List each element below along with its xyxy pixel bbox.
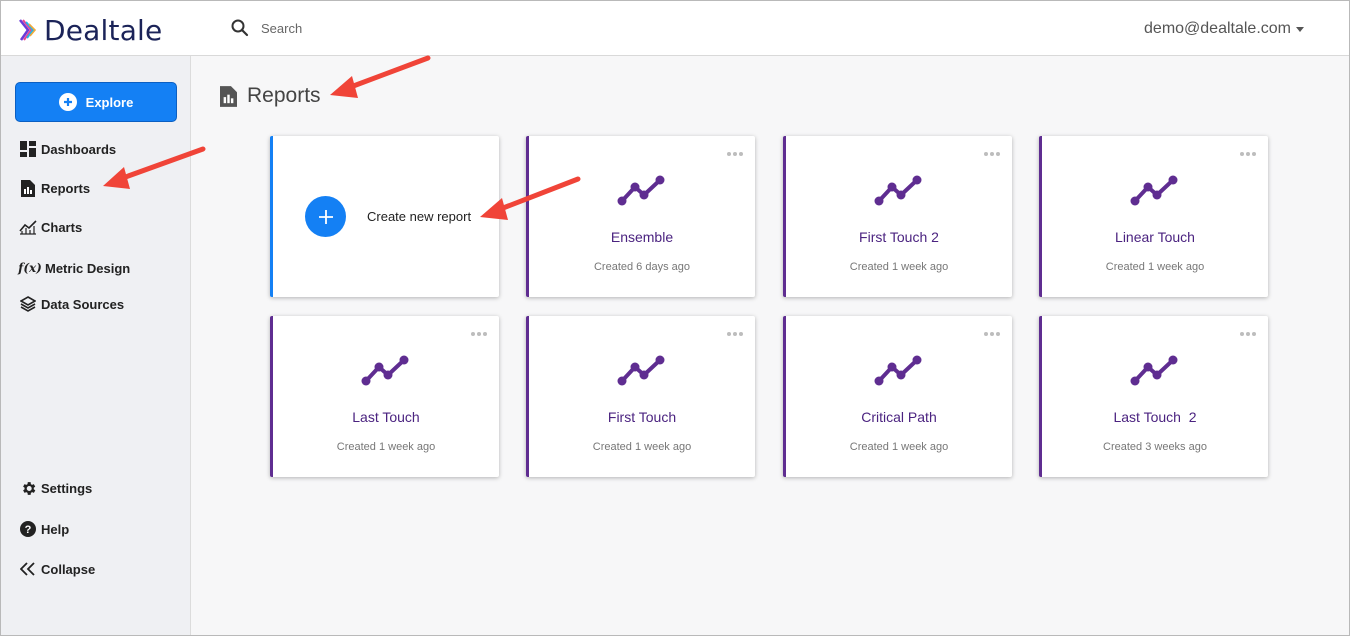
report-name: Linear Touch: [1115, 229, 1195, 245]
sidebar-item-reports[interactable]: Reports: [19, 179, 90, 197]
report-name: Ensemble: [610, 229, 674, 245]
report-name: First Touch 2: [859, 229, 939, 245]
create-report-card[interactable]: Create new report: [270, 136, 499, 297]
sidebar-item-label: Settings: [41, 480, 93, 496]
help-icon: ?: [19, 520, 37, 538]
more-options-icon[interactable]: [984, 332, 1000, 336]
report-created: Created 1 week ago: [1105, 261, 1205, 273]
user-menu[interactable]: demo@dealtale.com: [1144, 20, 1304, 38]
chevron-down-icon: [1296, 26, 1304, 32]
function-icon: f(x): [18, 261, 42, 275]
report-card[interactable]: Last Touch 2 Created 3 weeks ago: [1039, 316, 1268, 477]
line-chart-icon: [617, 355, 665, 386]
logo-text: Dealtale: [44, 13, 163, 47]
report-created: Created 6 days ago: [593, 261, 690, 273]
report-card[interactable]: First Touch 2 Created 1 week ago: [783, 136, 1012, 297]
sidebar-item-dashboards[interactable]: Dashboards: [19, 140, 116, 158]
more-options-icon[interactable]: [471, 332, 487, 336]
line-chart-icon: [361, 355, 409, 386]
search-input[interactable]: Search: [261, 21, 302, 36]
search-box[interactable]: Search: [231, 19, 302, 37]
report-card[interactable]: Ensemble Created 6 days ago: [526, 136, 755, 297]
report-card[interactable]: Linear Touch Created 1 week ago: [1039, 136, 1268, 297]
report-created: Created 1 week ago: [849, 261, 949, 273]
more-options-icon[interactable]: [1240, 152, 1256, 156]
layers-icon: [19, 295, 37, 313]
svg-text:?: ?: [25, 524, 32, 536]
user-email: demo@dealtale.com: [1144, 20, 1291, 37]
report-card[interactable]: Last Touch Created 1 week ago: [270, 316, 499, 477]
report-name: First Touch: [607, 409, 677, 425]
more-options-icon[interactable]: [984, 152, 1000, 156]
sidebar-item-metric-design[interactable]: f(x) Metric Design: [18, 259, 131, 277]
sidebar-item-label: Metric Design: [45, 260, 131, 276]
report-icon: [19, 179, 37, 197]
sidebar-item-label: Charts: [41, 219, 83, 235]
sidebar-item-label: Collapse: [41, 561, 96, 577]
sidebar-item-label: Help: [41, 521, 70, 537]
report-icon: [220, 85, 237, 107]
sidebar-item-charts[interactable]: Charts: [19, 218, 82, 236]
logo[interactable]: Dealtale: [18, 13, 163, 47]
sidebar-item-label: Reports: [41, 180, 91, 196]
sidebar-item-data-sources[interactable]: Data Sources: [19, 295, 124, 313]
report-created: Created 1 week ago: [849, 441, 949, 453]
line-chart-icon: [874, 355, 922, 386]
page-title: Reports: [220, 84, 321, 108]
gear-icon: [19, 479, 37, 497]
plus-icon: [305, 196, 346, 237]
create-report-label: Create new report: [367, 209, 472, 224]
top-bar: Dealtale Search demo@dealtale.com: [1, 1, 1349, 56]
more-options-icon[interactable]: [727, 332, 743, 336]
report-name: Critical Path: [861, 409, 937, 425]
page-title-text: Reports: [247, 84, 321, 107]
report-name: Last Touch: [352, 409, 420, 425]
search-icon: [231, 19, 249, 37]
report-created: Created 1 week ago: [336, 441, 436, 453]
sidebar-item-settings[interactable]: Settings: [19, 479, 92, 497]
report-card[interactable]: Critical Path Created 1 week ago: [783, 316, 1012, 477]
sidebar: Explore Dashboards Reports Charts f(x) M…: [1, 56, 191, 635]
report-created: Created 1 week ago: [592, 441, 692, 453]
more-options-icon[interactable]: [727, 152, 743, 156]
plus-circle-icon: [58, 93, 77, 111]
line-chart-icon: [617, 175, 665, 206]
report-created: Created 3 weeks ago: [1103, 441, 1207, 453]
line-chart-icon: [874, 175, 922, 206]
explore-button[interactable]: Explore: [15, 82, 177, 122]
double-chevron-left-icon: [19, 560, 37, 578]
dashboard-icon: [19, 140, 37, 158]
line-chart-icon: [19, 218, 37, 236]
sidebar-item-help[interactable]: ? Help: [19, 520, 69, 538]
sidebar-item-label: Data Sources: [41, 296, 125, 312]
more-options-icon[interactable]: [1240, 332, 1256, 336]
report-card[interactable]: First Touch Created 1 week ago: [526, 316, 755, 477]
report-name: Last Touch 2: [1113, 409, 1197, 425]
line-chart-icon: [1130, 175, 1178, 206]
explore-label: Explore: [85, 94, 134, 110]
dealtale-logo-icon: [19, 19, 37, 41]
sidebar-item-label: Dashboards: [41, 141, 117, 157]
sidebar-item-collapse[interactable]: Collapse: [19, 560, 95, 578]
line-chart-icon: [1130, 355, 1178, 386]
